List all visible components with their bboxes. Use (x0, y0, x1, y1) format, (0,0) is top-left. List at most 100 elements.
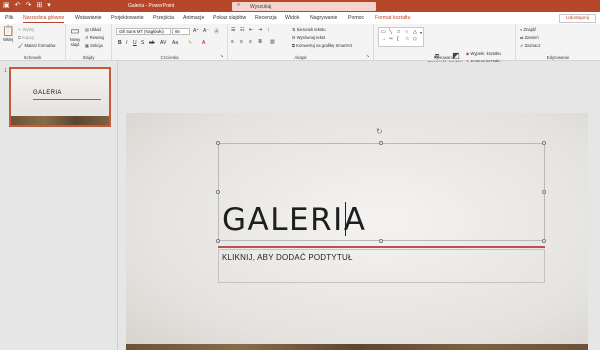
shape-line-icon[interactable]: ╲ (389, 29, 392, 35)
shape-callout-icon[interactable]: ◇ (413, 36, 417, 42)
fill-bucket-icon: ◆ (466, 51, 470, 56)
line-spacing-icon[interactable]: ↕ (267, 27, 270, 33)
columns-icon[interactable]: ▥ (270, 39, 275, 45)
copy-button[interactable]: ⧉ Kopiuj (18, 35, 34, 40)
slide[interactable]: ↻ GALERIA KLIKNIJ, ABY DODAĆ PODTYTUŁ (126, 113, 588, 350)
resize-handle-top[interactable] (379, 141, 383, 145)
grow-font-icon[interactable]: A⁺ (193, 28, 199, 34)
resize-handle-left[interactable] (216, 190, 220, 194)
share-button[interactable]: Udostępnij (559, 14, 596, 23)
align-text-button[interactable]: ⊟ Wyrównaj tekst (292, 35, 325, 40)
font-name-select[interactable]: Gill Sans MT (Nagłówki) (116, 28, 171, 35)
clear-format-icon[interactable]: Ⓐ (214, 28, 219, 35)
bullets-icon[interactable]: ☰ (231, 27, 235, 33)
align-text-icon: ⊟ (292, 35, 296, 40)
section-button[interactable]: ▦ Sekcja (85, 43, 103, 48)
cut-button[interactable]: ✂ Wytnij (18, 27, 34, 32)
copy-icon: ⧉ (18, 35, 21, 40)
find-button[interactable]: ⌕ Znajdź (520, 27, 536, 32)
tab-animations[interactable]: Animacje (183, 15, 204, 21)
thumbnail-title: GALERIA (33, 90, 62, 96)
smartart-icon: ⧉ (292, 43, 295, 48)
brush-icon: 🖌 (18, 43, 24, 48)
shape-arrow-icon[interactable]: → (381, 36, 386, 42)
title-placeholder[interactable]: GALERIA (218, 143, 545, 241)
slide-thumbnail[interactable]: GALERIA (9, 67, 111, 127)
numbering-icon[interactable]: ☷ (240, 27, 244, 33)
text-direction-icon: ⇅ (292, 27, 296, 32)
tab-shape-format[interactable]: Format kształtu (375, 15, 410, 21)
tab-transitions[interactable]: Przejścia (153, 15, 174, 21)
char-spacing-icon[interactable]: AV (160, 40, 166, 46)
reset-button[interactable]: ↺ Resetuj (85, 35, 104, 40)
group-label-font: Czcionka (160, 55, 179, 60)
format-painter-label: Malarz formatów (24, 43, 56, 48)
tab-recording[interactable]: Nagrywanie (310, 15, 337, 21)
underline-icon[interactable]: U (133, 40, 137, 46)
text-direction-button[interactable]: ⇅ Kierunek tekstu (292, 27, 326, 32)
tab-file[interactable]: Plik (5, 15, 13, 21)
thumbnail-floor-image (11, 116, 109, 125)
font-size-select[interactable]: 66 (172, 28, 190, 35)
smartart-button[interactable]: ⧉ Konwertuj na grafikę SmartArt (292, 43, 352, 48)
copy-label: Kopiuj (22, 35, 34, 40)
tab-insert[interactable]: Wstawianie (75, 15, 102, 21)
change-case-icon[interactable]: Aa (172, 40, 178, 46)
tab-design[interactable]: Projektowanie (111, 15, 144, 21)
group-clipboard: 📋 Wklej ✂ Wytnij ⧉ Kopiuj 🖌 Malarz forma… (0, 24, 66, 61)
layout-button[interactable]: ▤ Układ (85, 27, 101, 32)
decrease-indent-icon[interactable]: ⇤ (249, 27, 253, 33)
shape-textbox-icon[interactable]: ▭ (381, 29, 386, 35)
justify-icon[interactable]: ≣ (258, 39, 262, 45)
new-slide-label: Nowy slajd (69, 37, 81, 47)
shape-block-arrow-icon[interactable]: ⇨ (389, 36, 393, 42)
layout-icon: ▤ (85, 27, 89, 32)
resize-handle-bottom-right[interactable] (542, 239, 546, 243)
slide-thumbnail-pane: 1 GALERIA (0, 62, 118, 350)
resize-handle-top-left[interactable] (216, 141, 220, 145)
align-left-icon[interactable]: ≡ (231, 39, 234, 45)
align-right-icon[interactable]: ≡ (249, 39, 252, 45)
subtitle-placeholder[interactable]: KLIKNIJ, ABY DODAĆ PODTYTUŁ (218, 249, 545, 283)
increase-indent-icon[interactable]: ⇥ (258, 27, 262, 33)
rotate-handle-icon[interactable]: ↻ (376, 127, 383, 136)
search-box[interactable]: ⌕ Wyszukaj (232, 2, 376, 11)
shape-rectangle-icon[interactable]: □ (397, 29, 400, 35)
resize-handle-right[interactable] (542, 190, 546, 194)
shadow-text-icon[interactable]: S (141, 40, 144, 46)
highlight-icon[interactable]: ✎ (188, 40, 192, 46)
bold-icon[interactable]: B (118, 40, 122, 46)
ribbon-tabs: Plik Narzędzia główne Wstawianie Projekt… (0, 12, 600, 24)
select-button[interactable]: ➚ Zaznacz (520, 43, 541, 48)
tab-help[interactable]: Pomoc (348, 15, 364, 21)
new-slide-button[interactable]: ▭ Nowy slajd (68, 26, 82, 47)
resize-handle-bottom[interactable] (379, 239, 383, 243)
align-center-icon[interactable]: ≡ (240, 39, 243, 45)
tab-home[interactable]: Narzędzia główne (23, 15, 65, 23)
save-icon[interactable]: ▣ (3, 2, 10, 10)
resize-handle-bottom-left[interactable] (216, 239, 220, 243)
shape-oval-icon[interactable]: ○ (405, 29, 408, 35)
tab-view[interactable]: Widok (285, 15, 299, 21)
strikethrough-icon[interactable]: ab (149, 40, 155, 46)
shrink-font-icon[interactable]: A⁻ (203, 28, 209, 34)
undo-icon[interactable]: ↶ (15, 2, 21, 10)
tab-slideshow[interactable]: Pokaz slajdów (213, 15, 246, 21)
font-color-icon[interactable]: A (202, 40, 205, 46)
replace-button[interactable]: ⇄ Zamień (520, 35, 539, 40)
shapes-more-icon[interactable]: ▾ (420, 30, 422, 35)
redo-icon[interactable]: ↷ (26, 2, 32, 10)
customize-qat-icon[interactable]: ▾ (47, 2, 51, 10)
resize-handle-top-right[interactable] (542, 141, 546, 145)
italic-icon[interactable]: I (126, 40, 127, 46)
shape-star-icon[interactable]: ☆ (405, 36, 409, 42)
format-painter-button[interactable]: 🖌 Malarz formatów (18, 43, 55, 49)
paste-button[interactable]: 📋 Wklej (2, 26, 14, 42)
shapes-gallery[interactable]: ▭ ╲ □ ○ △ → ⇨ { ☆ ◇ ▾ (378, 27, 424, 47)
tab-review[interactable]: Recenzja (255, 15, 277, 21)
paste-label: Wklej (3, 37, 14, 42)
shape-fill-button[interactable]: ◆ Wypełn. kształtu (466, 51, 501, 56)
shape-triangle-icon[interactable]: △ (413, 29, 417, 35)
shape-brace-icon[interactable]: { (397, 36, 399, 42)
present-icon[interactable]: ⊞ (36, 2, 42, 10)
